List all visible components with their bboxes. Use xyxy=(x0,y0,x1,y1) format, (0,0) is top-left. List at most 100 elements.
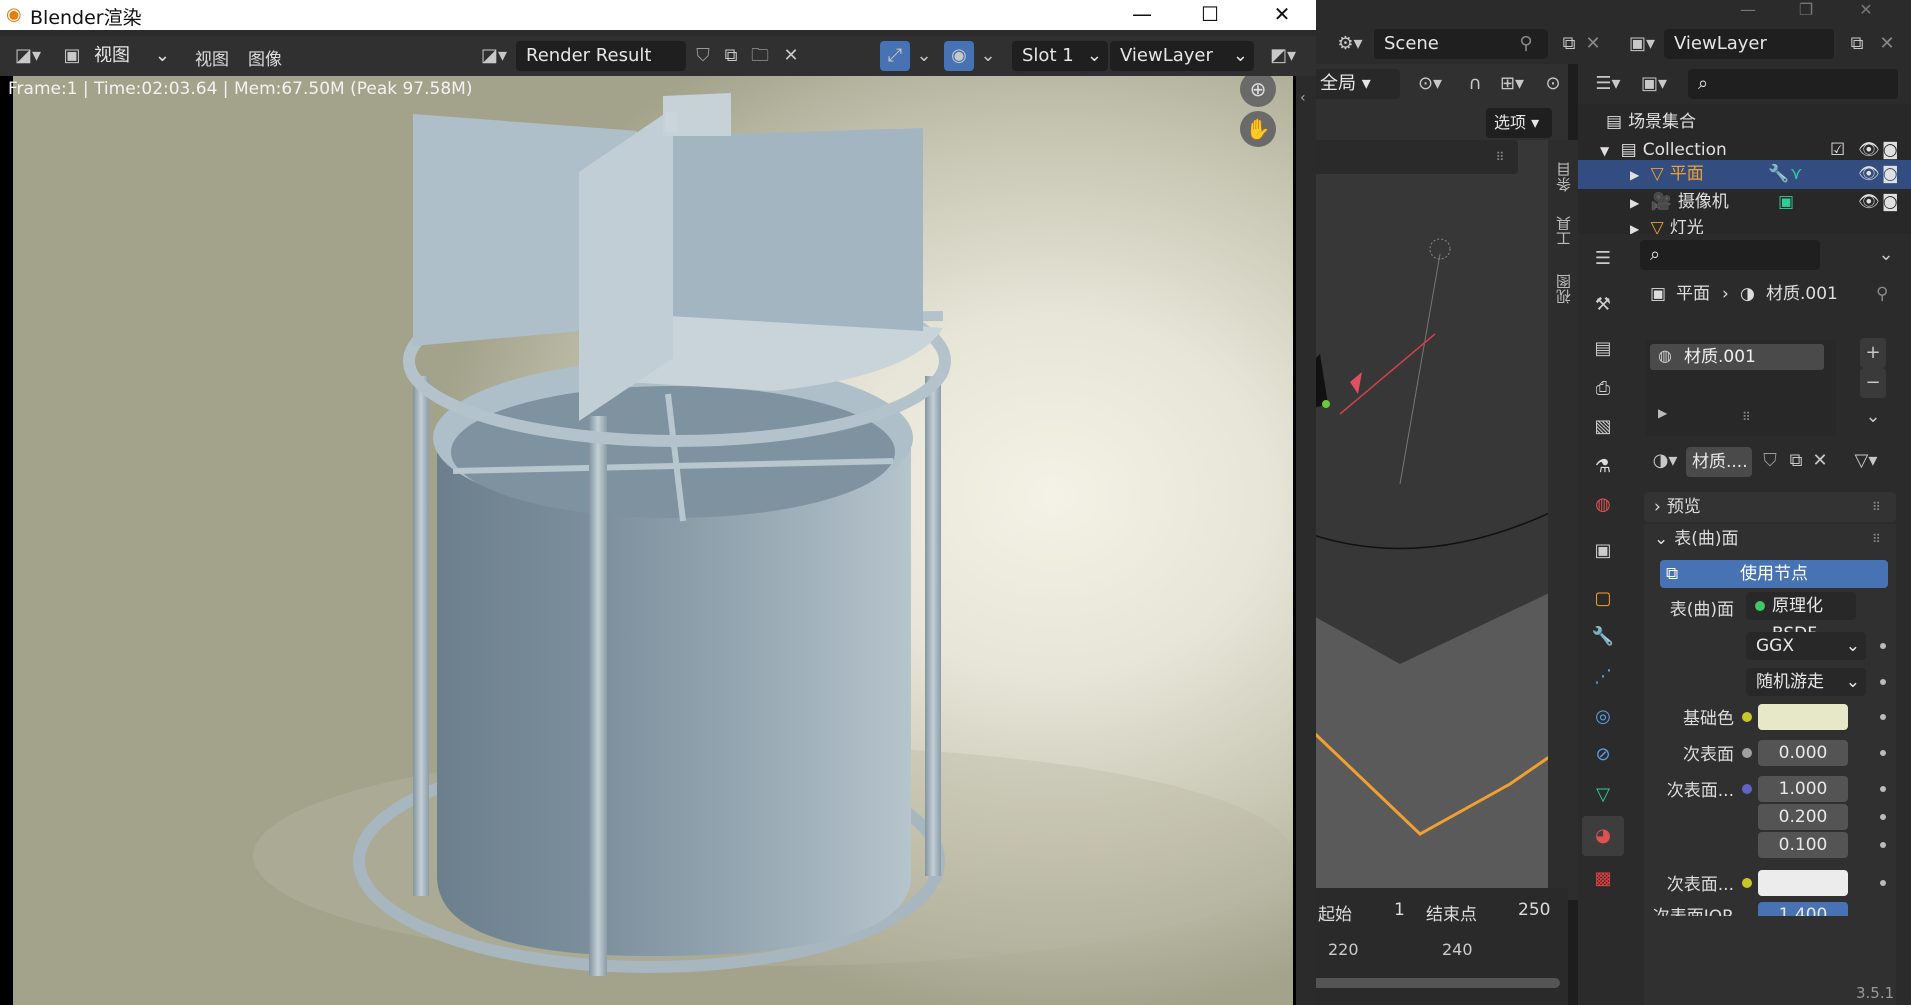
expand-icon[interactable]: ▼ xyxy=(1600,144,1609,158)
new-scene-icon[interactable]: ⧉ xyxy=(1558,29,1580,59)
scene-tab-icon[interactable]: ⚗ xyxy=(1588,452,1618,482)
surface-panel-header[interactable]: ⌄ 表(曲)面 ⠿ xyxy=(1644,524,1896,554)
maximize-icon[interactable]: ☐ xyxy=(1180,0,1240,30)
link-icon[interactable]: ▽▾ xyxy=(1846,446,1886,476)
particles-tab-icon[interactable]: ⋰ xyxy=(1588,662,1618,692)
keyframe-dot[interactable] xyxy=(1880,679,1886,685)
expand-icon[interactable]: ▶ xyxy=(1630,196,1639,210)
outliner-item-light[interactable]: ▶ ▽ 灯光 xyxy=(1578,214,1911,234)
pan-hand-icon[interactable]: ✋ xyxy=(1240,111,1276,147)
keyframe-dot[interactable] xyxy=(1880,786,1886,792)
proportional-edit-icon[interactable]: ⊙ xyxy=(1538,69,1568,99)
view-layer-tab-icon[interactable]: ▧ xyxy=(1588,412,1618,442)
viewlayer-icon[interactable]: ▣▾ xyxy=(1624,29,1660,59)
editor-type-icon[interactable]: ☰ xyxy=(1588,244,1618,274)
chevron-down-icon[interactable]: ⌄ xyxy=(978,41,998,71)
radius-y[interactable]: 0.200 xyxy=(1758,804,1848,830)
delete-viewlayer-icon[interactable]: ✕ xyxy=(1876,29,1898,59)
editor-type-icon[interactable]: ☰▾ xyxy=(1588,69,1628,99)
open-folder-icon[interactable]: 🗀 xyxy=(746,41,774,71)
output-tab-icon[interactable]: ⎙ xyxy=(1588,374,1618,404)
color-socket-icon[interactable] xyxy=(1742,878,1752,888)
minimize-icon[interactable]: — xyxy=(1112,0,1172,30)
slot-dropdown[interactable]: Slot 1 ⌄ xyxy=(1012,41,1108,71)
use-nodes-button[interactable]: ⧉ 使用节点 xyxy=(1660,560,1888,588)
scene-icon[interactable]: ⚙▾ xyxy=(1330,29,1370,59)
expand-icon[interactable]: ▶ xyxy=(1630,168,1639,182)
tool-tab-icon[interactable]: ⚒ xyxy=(1588,290,1618,320)
subsurface-method-dropdown[interactable]: 随机游走 ⌄ xyxy=(1746,668,1866,696)
subsurface-value[interactable]: 0.000 xyxy=(1758,740,1848,766)
grip-icon[interactable]: ⠿ xyxy=(1490,142,1510,172)
object-tab-icon[interactable]: ▢ xyxy=(1588,584,1618,614)
camera-icon[interactable]: ◙ xyxy=(1882,188,1899,217)
eye-icon[interactable]: 👁 xyxy=(1858,160,1880,189)
properties-search[interactable]: ⌕ xyxy=(1640,240,1820,270)
distribution-dropdown[interactable]: GGX ⌄ xyxy=(1746,632,1866,660)
view-mode-dropdown[interactable]: 视图 ⌄ xyxy=(84,41,176,71)
pin-icon[interactable]: ⚲ xyxy=(1514,29,1538,59)
pin-icon[interactable]: ⚲ xyxy=(1876,274,1888,314)
pivot-icon[interactable]: ⊙▾ xyxy=(1410,69,1450,99)
delete-scene-icon[interactable]: ✕ xyxy=(1582,29,1604,59)
collection-tab-icon[interactable]: ▣ xyxy=(1588,536,1618,566)
image-view-mode-icon[interactable]: ▣ xyxy=(58,41,86,71)
eye-icon[interactable]: 👁 xyxy=(1858,188,1880,217)
overlay-icon[interactable]: ◉ xyxy=(944,41,974,71)
unlink-icon[interactable]: ✕ xyxy=(778,41,804,71)
editor-type-icon[interactable]: ◪▾ xyxy=(8,41,48,71)
radius-x[interactable]: 1.000 xyxy=(1758,776,1848,802)
menu-view[interactable]: 视图 xyxy=(195,45,229,70)
3d-viewport[interactable] xyxy=(1310,64,1568,1005)
start-value[interactable]: 1 xyxy=(1394,900,1405,920)
modifier-tab-icon[interactable]: 🔧 xyxy=(1588,622,1618,652)
fake-user-icon[interactable]: ⛉ xyxy=(690,41,716,71)
close-icon[interactable]: ✕ xyxy=(1838,0,1894,24)
camera-icon[interactable]: ◙ xyxy=(1882,160,1899,189)
sample-tool-icon[interactable]: ⤢ xyxy=(880,41,910,71)
tab-item[interactable]: 条目 xyxy=(1553,162,1574,192)
mesh-data-icon[interactable]: ⋎ xyxy=(1790,160,1802,189)
menu-image[interactable]: 图像 xyxy=(248,45,282,70)
chevron-down-icon[interactable]: ⌄ xyxy=(1874,240,1898,270)
keyframe-dot[interactable] xyxy=(1880,814,1886,820)
render-result-canvas[interactable]: ⊕ ✋ xyxy=(13,76,1293,1005)
display-channels-icon[interactable]: ◩▾ xyxy=(1262,41,1304,71)
image-name-field[interactable]: Render Result xyxy=(516,41,686,71)
keyframe-dot[interactable] xyxy=(1880,714,1886,720)
viewlayer-dropdown[interactable]: ViewLayer ⌄ xyxy=(1110,41,1254,71)
outliner-item-plane[interactable]: ▶ ▽ 平面 🔧 ⋎ 👁 ◙ xyxy=(1578,160,1911,189)
outliner-search[interactable]: ⌕ xyxy=(1688,69,1898,99)
outliner-item-light-clipped[interactable]: ▶ ▽ 灯光 xyxy=(1578,214,1911,234)
constraints-tab-icon[interactable]: ⊘ xyxy=(1588,740,1618,770)
scene-collection-row[interactable]: ▤ 场景集合 xyxy=(1578,108,1911,137)
tab-tool[interactable]: 工具 xyxy=(1553,216,1574,246)
world-tab-icon[interactable]: ◍ xyxy=(1588,490,1618,520)
restore-icon[interactable]: ❐ xyxy=(1778,0,1834,24)
chevron-left-icon[interactable]: ‹ xyxy=(1300,90,1306,106)
tab-view[interactable]: 视图 xyxy=(1553,274,1574,304)
snap-target-icon[interactable]: ⊞▾ xyxy=(1490,69,1534,99)
radius-z[interactable]: 0.100 xyxy=(1758,832,1848,858)
add-slot-icon[interactable]: + xyxy=(1860,338,1886,368)
browse-material-icon[interactable]: ◑▾ xyxy=(1646,446,1684,476)
close-icon[interactable]: ✕ xyxy=(1252,0,1312,30)
render-tab-icon[interactable]: ▤ xyxy=(1588,334,1618,364)
expand-icon[interactable]: ▶ xyxy=(1630,222,1639,234)
keyframe-dot[interactable] xyxy=(1880,842,1886,848)
keyframe-dot[interactable] xyxy=(1880,750,1886,756)
base-color-swatch[interactable] xyxy=(1758,704,1848,730)
preview-panel-header[interactable]: › 预览 ⠿ xyxy=(1644,492,1896,522)
material-tab-icon[interactable]: ◕ xyxy=(1588,821,1618,851)
float-socket-icon[interactable] xyxy=(1742,748,1752,758)
unlink-icon[interactable]: ✕ xyxy=(1808,446,1832,476)
material-name-field[interactable]: 材质.... xyxy=(1686,447,1752,477)
resize-handle-icon[interactable]: ⠿ xyxy=(1742,410,1751,424)
new-viewlayer-icon[interactable]: ⧉ xyxy=(1846,29,1868,59)
snap-icon[interactable]: ∩ xyxy=(1460,69,1490,99)
drag-icon[interactable]: ⠿ xyxy=(1872,492,1881,522)
browse-image-icon[interactable]: ◪▾ xyxy=(474,41,514,71)
vector-socket-icon[interactable] xyxy=(1742,784,1752,794)
fake-user-icon[interactable]: ⛉ xyxy=(1758,446,1782,476)
color-socket-icon[interactable] xyxy=(1742,712,1752,722)
